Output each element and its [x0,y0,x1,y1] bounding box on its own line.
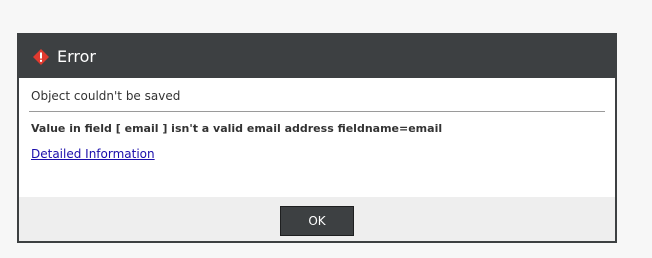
error-detail: Value in field [ email ] isn't a valid e… [31,122,443,135]
ok-button[interactable]: OK [280,206,354,236]
error-dialog: Error Object couldn't be saved Value in … [17,33,617,243]
dialog-body: Object couldn't be saved Value in field … [19,78,615,197]
detailed-information-link[interactable]: Detailed Information [31,147,155,161]
dialog-titlebar: Error [19,35,615,78]
dialog-title: Error [57,47,96,66]
error-diamond-icon [33,48,49,65]
error-message: Object couldn't be saved [29,78,605,112]
dialog-footer: OK [19,197,615,241]
